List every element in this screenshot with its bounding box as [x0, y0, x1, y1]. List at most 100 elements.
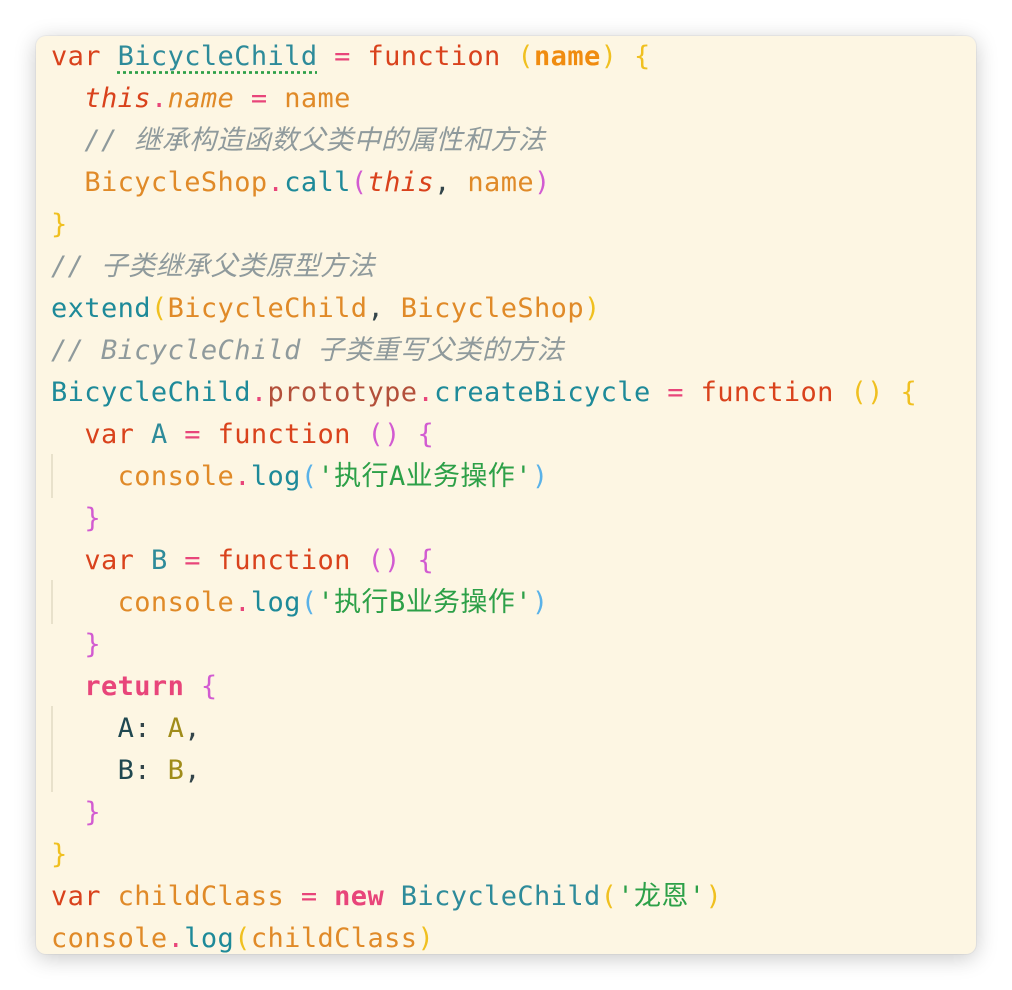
code-token: )	[534, 167, 551, 198]
code-token: log	[250, 461, 301, 492]
code-line: extend(BicycleChild, BicycleShop)	[51, 288, 917, 330]
code-token: =	[334, 41, 351, 72]
code-token: // BicycleChild 子类重写父类的方法	[51, 335, 565, 366]
code-line: }	[51, 498, 917, 540]
code-token: {	[900, 377, 918, 408]
code-token: // 子类继承父类原型方法	[51, 251, 375, 282]
code-line: }	[51, 792, 917, 834]
code-token: var	[51, 41, 118, 72]
code-token: B	[167, 755, 185, 786]
code-token: ()	[367, 545, 401, 576]
code-token: new	[334, 881, 385, 912]
code-line: this.name = name	[51, 78, 917, 120]
code-token: console	[117, 587, 235, 618]
code-block[interactable]: var BicycleChild = function (name) { thi…	[51, 36, 917, 954]
code-token: name	[467, 167, 535, 198]
code-line: }	[51, 834, 917, 876]
code-token: (	[234, 923, 251, 954]
code-token: {	[200, 671, 218, 702]
code-token: function	[367, 41, 501, 72]
code-line: }	[51, 204, 917, 246]
code-token: name	[534, 41, 601, 72]
code-token: log	[184, 923, 235, 954]
code-token: =	[667, 377, 684, 408]
code-token: }	[84, 629, 101, 660]
code-token: ,	[434, 167, 468, 198]
code-line: }	[51, 624, 917, 666]
code-token: }	[84, 503, 101, 534]
code-line: // BicycleChild 子类重写父类的方法	[51, 330, 917, 372]
indent-guide	[51, 580, 53, 624]
code-token: {	[417, 419, 435, 450]
code-token: {	[417, 545, 435, 576]
code-token: .	[234, 461, 251, 492]
code-token: var	[84, 419, 151, 450]
code-token: extend	[51, 293, 151, 324]
code-token: '龙恩'	[617, 881, 706, 912]
code-token: console	[51, 923, 168, 954]
code-token: BicycleShop	[400, 293, 584, 324]
code-token: call	[284, 167, 351, 198]
code-token: this	[367, 167, 435, 198]
code-token: var	[51, 881, 118, 912]
code-token: BicycleChild	[117, 41, 318, 72]
code-line: // 继承构造函数父类中的属性和方法	[51, 120, 917, 162]
code-token: // 继承构造函数父类中的属性和方法	[84, 125, 546, 156]
code-token: console	[117, 461, 235, 492]
code-token: (	[150, 293, 168, 324]
code-token: BicycleShop	[84, 167, 268, 198]
code-line: BicycleShop.call(this, name)	[51, 162, 917, 204]
code-token: (	[600, 881, 618, 912]
code-token: BicycleChild	[400, 881, 601, 912]
code-token: )	[531, 461, 549, 492]
code-token: this	[84, 83, 151, 114]
code-token: function	[700, 377, 834, 408]
indent-guide	[51, 454, 53, 498]
code-token: .	[234, 587, 251, 618]
code-token: (	[300, 587, 318, 618]
code-token: var	[84, 545, 151, 576]
code-token: )	[531, 587, 549, 618]
code-token: return	[84, 671, 185, 702]
code-line: var A = function () {	[51, 414, 917, 456]
code-token: )	[705, 881, 723, 912]
code-token: childClass	[117, 881, 285, 912]
code-token: }	[84, 797, 101, 828]
code-token: (	[517, 41, 535, 72]
code-token: A	[117, 713, 135, 744]
code-token: =	[184, 419, 201, 450]
code-token: (	[300, 461, 318, 492]
code-token: BicycleChild	[51, 377, 251, 408]
code-token: :	[134, 713, 168, 744]
code-token: B	[150, 545, 168, 576]
code-token: ()	[850, 377, 884, 408]
code-line: var B = function () {	[51, 540, 917, 582]
code-token: )	[584, 293, 601, 324]
code-token: ,	[184, 755, 201, 786]
code-line: var childClass = new BicycleChild('龙恩')	[51, 876, 917, 918]
